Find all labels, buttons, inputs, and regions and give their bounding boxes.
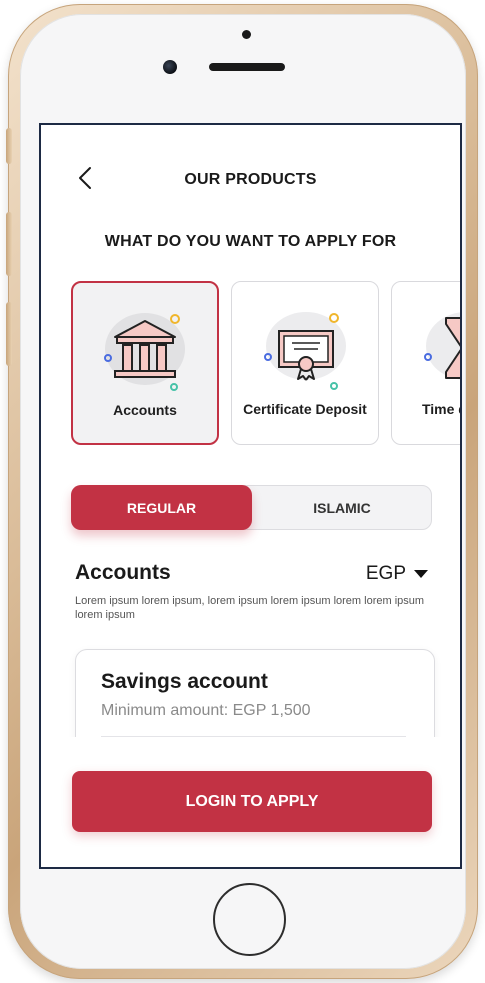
apply-subtitle: WHAT DO YOU WANT TO APPLY FOR — [104, 233, 397, 250]
product-card-time-deposit[interactable]: Time deposit — [391, 281, 460, 445]
account-minimum: Minimum amount: EGP 1,500 — [101, 702, 311, 719]
front-camera — [163, 60, 177, 74]
mute-switch — [6, 128, 12, 164]
app-screen: OUR PRODUCTS WHAT DO YOU WANT TO APPLY F… — [39, 123, 462, 869]
volume-down-button — [6, 302, 12, 366]
account-type-toggle: REGULAR ISLAMIC — [71, 485, 432, 530]
header: OUR PRODUCTS — [41, 125, 460, 235]
products-carousel[interactable]: Accounts Certificate Deposit Time — [71, 281, 460, 447]
currency-value: EGP — [365, 563, 406, 584]
page-title: OUR PRODUCTS — [184, 171, 317, 188]
bank-icon — [104, 313, 185, 391]
product-label: Time deposit — [421, 401, 460, 417]
home-button[interactable] — [213, 883, 286, 956]
volume-up-button — [6, 212, 12, 276]
product-label: Certificate Deposit — [243, 401, 367, 417]
proximity-sensor — [242, 30, 251, 39]
product-card-accounts[interactable]: Accounts — [71, 281, 219, 445]
account-name: Savings account — [101, 670, 268, 693]
caret-down-icon — [414, 570, 428, 578]
certificate-icon — [264, 312, 346, 390]
hourglass-icon — [424, 312, 460, 380]
section-title: Accounts — [75, 561, 171, 584]
earpiece-speaker — [209, 63, 285, 71]
product-card-certificate-deposit[interactable]: Certificate Deposit — [231, 281, 379, 445]
tab-islamic[interactable]: ISLAMIC — [252, 485, 432, 530]
login-to-apply-button[interactable]: LOGIN TO APPLY — [72, 771, 432, 832]
section-description: Lorem ipsum lorem ipsum, lorem ipsum lor… — [75, 595, 425, 621]
currency-dropdown[interactable]: EGP — [366, 563, 428, 585]
product-label: Accounts — [113, 402, 177, 418]
tab-regular[interactable]: REGULAR — [71, 485, 252, 530]
